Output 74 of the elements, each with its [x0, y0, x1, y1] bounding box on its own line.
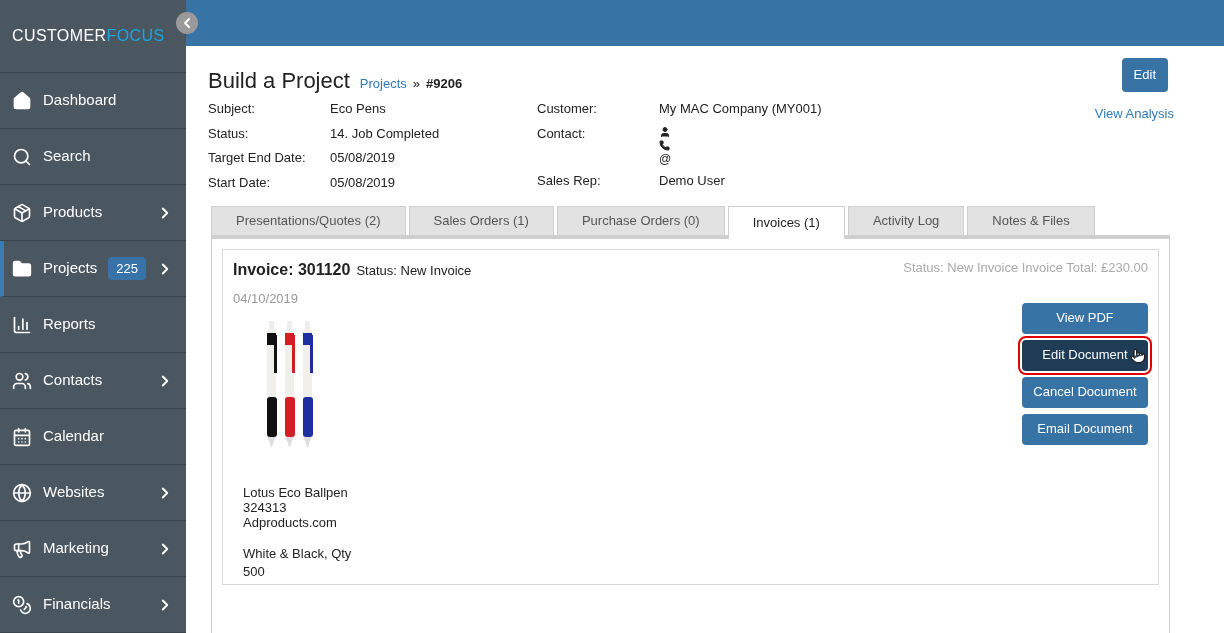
product-variant: White & Black, Qty — [243, 544, 353, 563]
product-name: Lotus Eco Ballpen — [243, 484, 349, 500]
field-value: 14. Job Completed — [330, 124, 441, 143]
edit-button[interactable]: Edit — [1121, 58, 1168, 92]
tab[interactable]: Presentations/Quotes (2) — [211, 206, 406, 235]
breadcrumb-link[interactable]: Projects — [359, 74, 407, 94]
field-value: Demo User — [659, 171, 726, 190]
supplier-name: Adproducts.com — [243, 514, 338, 530]
sidebar-item[interactable]: Financials — [0, 577, 186, 633]
invoice-status: Status: New Invoice — [356, 262, 472, 280]
sidebar-label: Contacts — [43, 370, 103, 391]
sidebar-item[interactable]: Calendar — [0, 409, 186, 465]
megaphone-icon — [12, 538, 32, 559]
field-label: Customer: — [537, 100, 598, 118]
collapse-button[interactable] — [176, 12, 198, 34]
breadcrumb-current: #9206 — [426, 75, 463, 93]
globe-icon — [12, 482, 32, 503]
tab[interactable]: Sales Orders (1) — [408, 206, 554, 235]
tab[interactable]: Activity Log — [847, 206, 965, 235]
field-label: Start Date: — [208, 173, 272, 192]
view-analysis-link[interactable]: View Analysis — [1094, 103, 1174, 123]
invoice-summary: Status: New Invoice Invoice Total: £230.00 — [903, 259, 1148, 277]
sidebar-label: Search — [43, 146, 91, 167]
logo: CUSTOMERFOCUS — [12, 26, 165, 46]
contact-email: @ — [659, 152, 673, 166]
tab[interactable]: Invoices (1) — [727, 206, 845, 239]
search-icon — [12, 146, 32, 167]
coins-icon — [12, 594, 32, 615]
house-icon — [12, 90, 32, 111]
sidebar-label: Reports — [43, 314, 96, 335]
hand-cursor-icon — [1130, 347, 1146, 364]
folder-icon — [12, 258, 32, 279]
sidebar-label: Financials — [43, 594, 111, 615]
document-button[interactable]: View PDF — [1022, 302, 1148, 334]
sidebar-label: Websites — [43, 482, 105, 503]
sidebar-item[interactable]: Products — [0, 185, 186, 241]
field-label: Target End Date: — [208, 149, 307, 167]
sidebar-label: Calendar — [43, 426, 104, 447]
product-code: 324313 — [243, 499, 288, 515]
field-label: Status: — [208, 124, 250, 143]
phone-icon — [659, 139, 670, 151]
bar-chart-icon — [12, 314, 32, 335]
sidebar-item[interactable]: Marketing — [0, 521, 186, 577]
tab[interactable]: Notes & Files — [967, 206, 1095, 235]
invoice-date: 04/10/2019 — [233, 290, 300, 308]
sidebar-item[interactable]: Projects 225 — [0, 241, 186, 297]
count-badge: 225 — [108, 256, 146, 281]
breadcrumb-separator: » — [412, 75, 421, 93]
product-quantity: 500 — [243, 562, 266, 581]
field-label: Contact: — [537, 124, 587, 143]
sidebar-label: Products — [43, 202, 103, 223]
document-button[interactable]: Email Document — [1022, 413, 1148, 445]
field-label: Sales Rep: — [537, 171, 602, 190]
page-title: Build a Project — [208, 67, 350, 95]
sidebar-label: Projects — [43, 258, 98, 279]
box-icon — [12, 202, 32, 223]
tab[interactable]: Purchase Orders (0) — [556, 206, 725, 235]
field-value: Eco Pens — [330, 100, 387, 118]
people-icon — [12, 370, 32, 391]
sidebar-item[interactable]: Reports — [0, 297, 186, 353]
field-value: 05/08/2019 — [330, 149, 397, 167]
invoice-title: Invoice: 301120 — [233, 260, 351, 280]
person-icon — [659, 125, 671, 138]
sidebar-item[interactable]: Search — [0, 129, 186, 185]
sidebar-item[interactable]: Websites — [0, 465, 186, 521]
field-value: My MAC Company (MY001) — [659, 100, 822, 118]
sidebar-item[interactable]: Dashboard — [0, 73, 186, 129]
sidebar-label: Dashboard — [43, 90, 117, 111]
field-label: Subject: — [208, 100, 256, 118]
calendar-icon — [12, 426, 32, 447]
field-value: 05/08/2019 — [330, 173, 397, 192]
document-button[interactable]: Cancel Document — [1022, 376, 1148, 408]
sidebar-label: Marketing — [43, 538, 109, 559]
sidebar-item[interactable]: Contacts — [0, 353, 186, 409]
